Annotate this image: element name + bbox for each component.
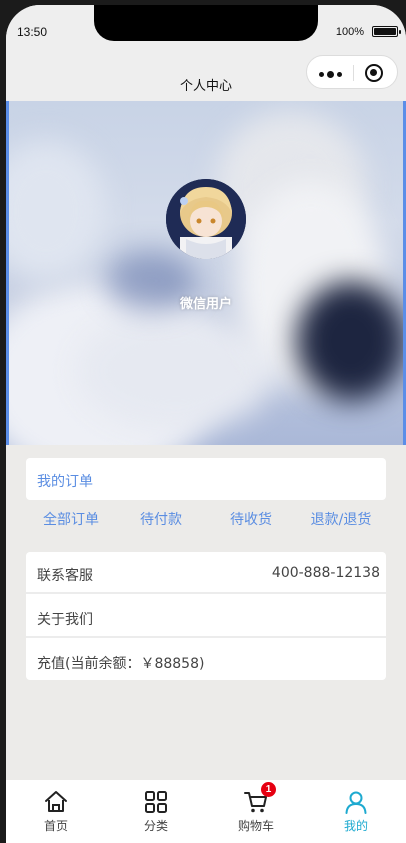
about-us-row[interactable]: 关于我们 <box>26 596 386 638</box>
order-tab-pending-receipt[interactable]: 待收货 <box>206 506 296 542</box>
avatar[interactable] <box>166 179 246 259</box>
hero-left-edge <box>6 101 9 445</box>
settings-menu: 联系客服 400-888-12138 关于我们 充值(当前余额：￥88858) <box>26 552 386 680</box>
tab-cart-label: 购物车 <box>237 819 274 833</box>
order-status-tabs: 全部订单 待付款 待收货 退款/退货 <box>26 506 386 542</box>
bottom-tab-bar: 首页 分类 1 购物车 我的 <box>6 780 406 843</box>
order-tab-refund[interactable]: 退款/退货 <box>296 506 386 542</box>
home-icon <box>45 791 67 812</box>
more-menu-icon[interactable] <box>319 71 342 78</box>
battery-icon <box>372 26 401 37</box>
contact-service-label: 联系客服 <box>37 568 93 584</box>
order-tab-all[interactable]: 全部订单 <box>26 506 116 542</box>
about-us-label: 关于我们 <box>37 612 93 628</box>
close-mini-program-icon[interactable] <box>365 64 383 82</box>
grid-icon <box>145 791 167 813</box>
order-tab-pending-payment[interactable]: 待付款 <box>116 506 206 542</box>
recharge-label: 充值(当前余额：￥88858) <box>37 656 205 672</box>
status-time: 13:50 <box>17 25 48 39</box>
username: 微信用户 <box>179 297 232 312</box>
tab-category[interactable]: 分类 <box>106 780 206 843</box>
tab-home[interactable]: 首页 <box>6 780 106 843</box>
camera-notch <box>94 5 318 41</box>
my-orders-title: 我的订单 <box>37 474 93 490</box>
tab-mine[interactable]: 我的 <box>306 780 406 843</box>
mini-program-capsule <box>306 55 398 89</box>
cart-badge: 1 <box>261 782 276 797</box>
phone-screen: 13:50 100% 个人中心 微信用户 我的订单 全部订单 待付款 待收货 退… <box>6 5 406 843</box>
tab-cart[interactable]: 1 购物车 <box>206 780 306 843</box>
battery-level-fill <box>374 28 396 35</box>
capsule-divider <box>353 65 354 81</box>
my-orders-card[interactable]: 我的订单 <box>26 458 386 500</box>
service-phone[interactable]: 400-888-12138 <box>272 565 380 581</box>
contact-service-row[interactable]: 联系客服 400-888-12138 <box>26 552 386 594</box>
profile-header-background: 微信用户 <box>6 101 406 445</box>
user-icon <box>345 791 367 814</box>
status-bar: 13:50 100% <box>6 5 406 55</box>
battery-percent: 100% <box>335 26 364 38</box>
recharge-row[interactable]: 充值(当前余额：￥88858) <box>26 640 386 682</box>
tab-category-label: 分类 <box>143 819 168 833</box>
tab-mine-label: 我的 <box>343 819 368 833</box>
tab-home-label: 首页 <box>43 819 68 833</box>
